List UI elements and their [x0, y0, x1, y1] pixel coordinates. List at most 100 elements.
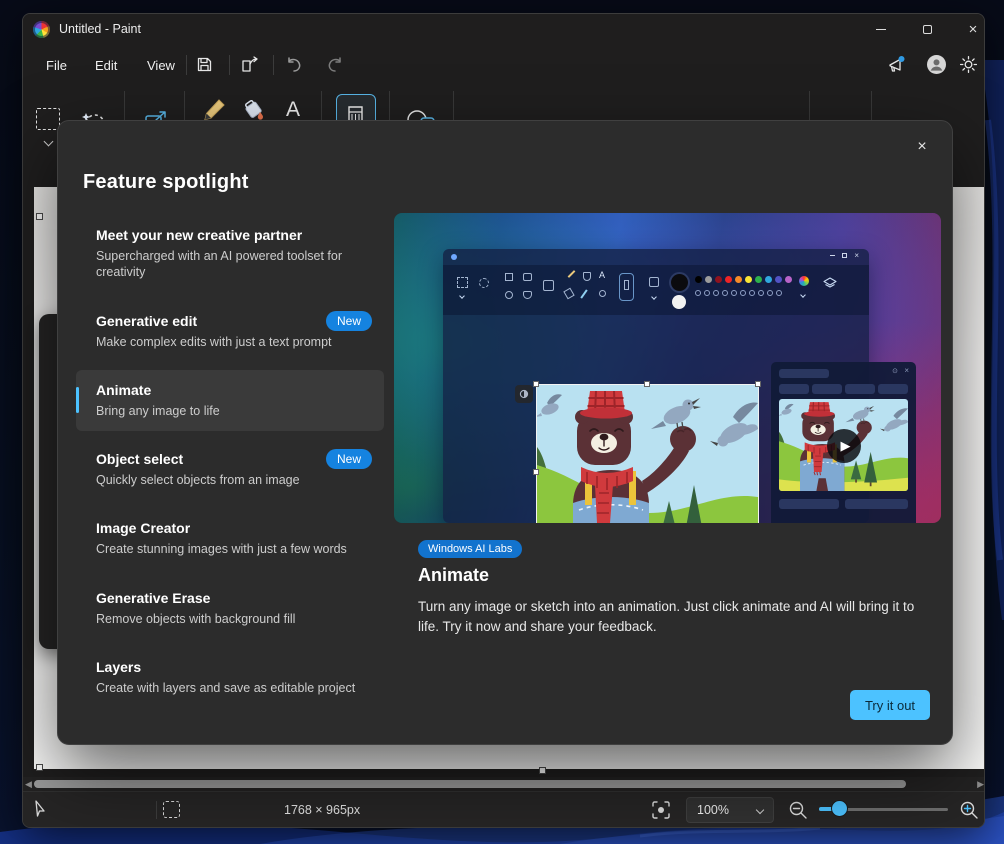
selection-handle[interactable]: [36, 764, 43, 771]
title-bar: Untitled - Paint ×: [23, 14, 984, 46]
settings-button[interactable]: [954, 51, 982, 78]
feature-item-generative-edit[interactable]: Generative editNew Make complex edits wit…: [76, 301, 384, 362]
separator: [186, 55, 187, 75]
menu-edit[interactable]: Edit: [85, 53, 127, 77]
scrollbar-thumb[interactable]: [34, 780, 906, 788]
separator: [273, 55, 274, 75]
close-icon: ×: [969, 22, 978, 37]
selection-handle[interactable]: [36, 213, 43, 220]
paint-app-icon: [33, 21, 50, 38]
announcements-button[interactable]: [883, 51, 911, 78]
status-bar: 1768 × 965px 100%: [23, 791, 985, 828]
menu-file[interactable]: File: [36, 53, 77, 77]
zoom-dropdown[interactable]: 100%: [686, 797, 774, 823]
undo-icon: [285, 57, 303, 73]
maximize-button[interactable]: [905, 14, 949, 45]
zoom-in-button[interactable]: [959, 800, 979, 820]
feature-subtitle: Remove objects with background fill: [96, 611, 364, 627]
account-avatar-icon: [926, 54, 947, 75]
play-button-icon: ▶: [827, 429, 861, 463]
close-button[interactable]: ×: [951, 14, 985, 45]
feature-item-image-creator[interactable]: Image Creator Create stunning images with…: [76, 508, 384, 569]
feature-item-meet-your-new-creative-partner[interactable]: Meet your new creative partner Supercharg…: [76, 215, 384, 293]
megaphone-icon: [887, 55, 907, 74]
feature-subtitle: Supercharged with an AI powered toolset …: [96, 248, 364, 281]
feature-subtitle: Create stunning images with just a few w…: [96, 541, 364, 557]
maximize-icon: [923, 25, 932, 34]
feature-spotlight-dialog: × Feature spotlight Meet your new creati…: [57, 120, 953, 745]
mini-app-icon: [451, 254, 457, 260]
redo-button[interactable]: [321, 51, 349, 78]
feature-item-object-select[interactable]: Object selectNew Quickly select objects f…: [76, 439, 384, 500]
feature-list: Meet your new creative partner Supercharg…: [76, 215, 384, 716]
desktop: Untitled - Paint × File Edit View: [0, 0, 1004, 844]
mini-window-controls: ×: [830, 253, 859, 258]
dialog-title: Feature spotlight: [83, 171, 249, 194]
canvas-dimensions: 1768 × 965px: [284, 803, 360, 817]
cursor-position-icon: [33, 800, 47, 818]
feature-subtitle: Make complex edits with just a text prom…: [96, 334, 364, 350]
menu-view[interactable]: View: [137, 53, 185, 77]
mini-side-panel: ⊙ × ▶: [771, 362, 916, 523]
feature-subtitle: Create with layers and save as editable …: [96, 680, 364, 696]
share-icon: [241, 56, 259, 73]
feature-title: Generative edit: [96, 313, 364, 329]
save-icon: [196, 56, 213, 73]
feature-subtitle: Quickly select objects from an image: [96, 472, 364, 488]
close-icon: ×: [917, 138, 926, 156]
try-it-out-button[interactable]: Try it out: [850, 690, 930, 720]
feature-title: Object select: [96, 451, 364, 467]
mini-layers-icon: [823, 277, 837, 291]
zoom-slider-thumb[interactable]: [832, 801, 847, 816]
feature-title: Animate: [96, 382, 364, 398]
detail-description: Turn any image or sketch into an animati…: [418, 597, 930, 638]
menu-bar: File Edit View: [23, 46, 984, 83]
detail-heading: Animate: [418, 565, 489, 586]
windows-ai-labs-badge: Windows AI Labs: [418, 540, 522, 558]
feature-item-generative-erase[interactable]: Generative Erase Remove objects with back…: [76, 578, 384, 639]
new-badge: New: [326, 311, 372, 331]
rectangle-select-tool[interactable]: [36, 108, 60, 130]
mini-tool-chip: [515, 385, 533, 403]
scroll-left-icon[interactable]: ◀: [25, 779, 32, 789]
account-button[interactable]: [922, 51, 950, 78]
feature-subtitle: Bring any image to life: [96, 403, 364, 419]
select-dropdown-chevron-icon[interactable]: [44, 137, 54, 147]
text-tool-icon: A: [286, 98, 300, 122]
selection-size-icon: [163, 801, 180, 818]
feature-item-animate[interactable]: Animate Bring any image to life: [76, 370, 384, 431]
minimize-button[interactable]: [859, 14, 903, 45]
undo-button[interactable]: [280, 51, 308, 78]
zoom-level: 100%: [697, 803, 729, 817]
mini-toolbar: A: [443, 265, 869, 315]
new-badge: New: [326, 449, 372, 469]
rectangle-select-icon: [36, 108, 60, 130]
chevron-down-icon: [756, 806, 764, 814]
fit-to-screen-icon[interactable]: [651, 800, 671, 820]
separator: [229, 55, 230, 75]
share-button[interactable]: [236, 51, 264, 78]
bear-illustration: [537, 385, 758, 523]
feature-title: Meet your new creative partner: [96, 227, 364, 243]
mini-secondary-color: [672, 295, 686, 309]
selected-accent-bar: [76, 387, 79, 413]
feature-title: Layers: [96, 659, 364, 675]
zoom-out-button[interactable]: [788, 800, 808, 820]
window-title: Untitled - Paint: [59, 22, 141, 36]
animation-thumbnail: ▶: [779, 399, 908, 491]
redo-icon: [326, 57, 344, 73]
feature-preview-image: × A: [394, 213, 941, 523]
mini-paint-window: × A: [443, 249, 869, 523]
feature-title: Image Creator: [96, 520, 364, 536]
feature-title: Generative Erase: [96, 590, 364, 606]
separator: [156, 801, 157, 819]
dialog-close-button[interactable]: ×: [906, 132, 938, 162]
minimize-icon: [876, 29, 886, 30]
scroll-right-icon[interactable]: ▶: [977, 779, 984, 789]
gear-icon: [959, 55, 978, 74]
horizontal-scrollbar[interactable]: ◀ ▶: [23, 777, 985, 791]
save-button[interactable]: [190, 51, 218, 78]
mini-primary-color: [671, 274, 688, 291]
selection-handle[interactable]: [539, 767, 546, 774]
feature-item-layers[interactable]: Layers Create with layers and save as edi…: [76, 647, 384, 708]
